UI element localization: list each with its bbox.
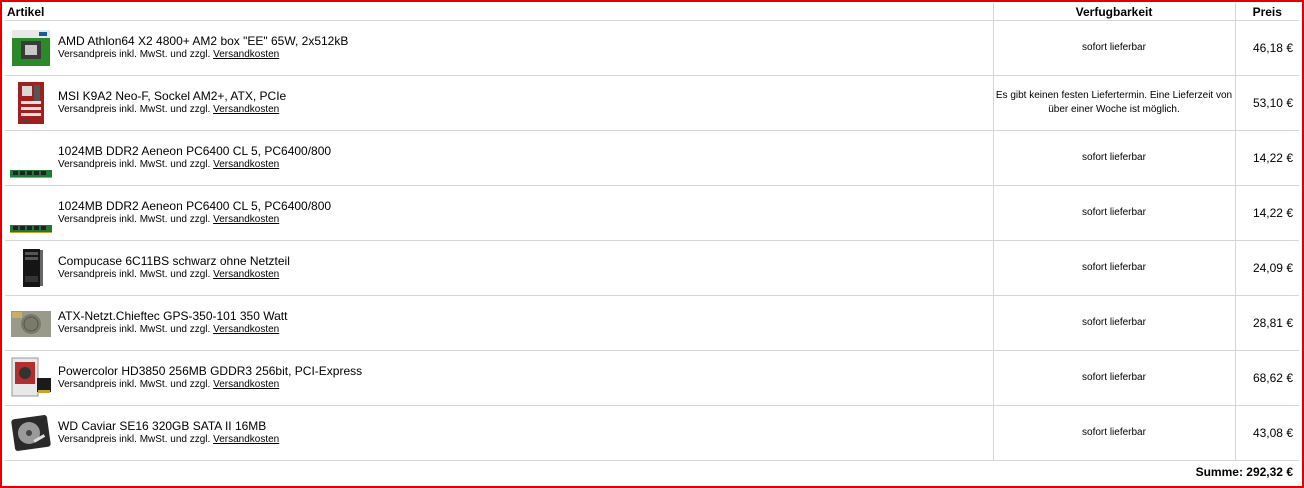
header-artikel: Artikel xyxy=(5,3,993,21)
versandkosten-link[interactable]: Versandkosten xyxy=(213,49,279,60)
item-title[interactable]: 1024MB DDR2 Aeneon PC6400 CL 5, PC6400/8… xyxy=(58,144,331,158)
item-price: 53,10 € xyxy=(1234,75,1299,131)
availability: sofort lieferbar xyxy=(992,20,1235,76)
item-title[interactable]: Compucase 6C11BS schwarz ohne Netzteil xyxy=(58,254,290,268)
item-price: 46,18 € xyxy=(1234,20,1299,76)
versandkosten-link[interactable]: Versandkosten xyxy=(213,269,279,280)
shipping-note: Versandpreis inkl. MwSt. und zzgl. Versa… xyxy=(58,48,348,62)
item-price: 43,08 € xyxy=(1234,405,1299,461)
hard-drive-icon[interactable] xyxy=(9,411,53,455)
cart-item-row: MSI K9A2 Neo-F, Sockel AM2+, ATX, PCIe Ve… xyxy=(5,75,1299,131)
availability: sofort lieferbar xyxy=(992,295,1235,351)
ram-module-icon[interactable] xyxy=(9,191,53,235)
graphics-card-icon[interactable] xyxy=(9,356,53,400)
item-title[interactable]: AMD Athlon64 X2 4800+ AM2 box "EE" 65W, … xyxy=(58,34,348,48)
shipping-note-text: Versandpreis inkl. MwSt. und zzgl. xyxy=(58,434,211,445)
item-price: 28,81 € xyxy=(1234,295,1299,351)
power-supply-icon[interactable] xyxy=(9,301,53,345)
cart-item-row: ATX-Netzt.Chieftec GPS-350-101 350 Watt V… xyxy=(5,295,1299,351)
item-title[interactable]: MSI K9A2 Neo-F, Sockel AM2+, ATX, PCIe xyxy=(58,89,286,103)
availability: sofort lieferbar xyxy=(992,405,1235,461)
cart-item-row: AMD Athlon64 X2 4800+ AM2 box "EE" 65W, … xyxy=(5,20,1299,76)
table-header-row: Artikel Verfugbarkeit Preis xyxy=(5,3,1299,21)
availability: sofort lieferbar xyxy=(992,350,1235,406)
summary-row: Summe: 292,32 € xyxy=(5,461,1299,484)
item-title[interactable]: ATX-Netzt.Chieftec GPS-350-101 350 Watt xyxy=(58,309,287,323)
item-title[interactable]: WD Caviar SE16 320GB SATA II 16MB xyxy=(58,419,279,433)
header-preis: Preis xyxy=(1234,3,1299,21)
versandkosten-link[interactable]: Versandkosten xyxy=(213,324,279,335)
ram-module-icon[interactable] xyxy=(9,136,53,180)
versandkosten-link[interactable]: Versandkosten xyxy=(213,379,279,390)
header-verfugbarkeit: Verfugbarkeit xyxy=(992,3,1235,21)
summe-value: 292,32 € xyxy=(1246,465,1293,479)
item-title[interactable]: Powercolor HD3850 256MB GDDR3 256bit, PC… xyxy=(58,364,362,378)
versandkosten-link[interactable]: Versandkosten xyxy=(213,159,279,170)
shipping-note-text: Versandpreis inkl. MwSt. und zzgl. xyxy=(58,159,211,170)
summe-label: Summe: xyxy=(1195,465,1243,479)
versandkosten-link[interactable]: Versandkosten xyxy=(213,434,279,445)
cart-item-row: 1024MB DDR2 Aeneon PC6400 CL 5, PC6400/8… xyxy=(5,130,1299,186)
cart-item-row: WD Caviar SE16 320GB SATA II 16MB Versand… xyxy=(5,405,1299,461)
item-price: 14,22 € xyxy=(1234,130,1299,186)
versandkosten-link[interactable]: Versandkosten xyxy=(213,104,279,115)
cpu-box-icon[interactable] xyxy=(9,26,53,70)
cart-item-row: Powercolor HD3850 256MB GDDR3 256bit, PC… xyxy=(5,350,1299,406)
availability: sofort lieferbar xyxy=(992,185,1235,241)
motherboard-icon[interactable] xyxy=(9,81,53,125)
item-price: 68,62 € xyxy=(1234,350,1299,406)
shipping-note: Versandpreis inkl. MwSt. und zzgl. Versa… xyxy=(58,323,287,337)
availability: sofort lieferbar xyxy=(992,130,1235,186)
shipping-note-text: Versandpreis inkl. MwSt. und zzgl. xyxy=(58,324,211,335)
shipping-note-text: Versandpreis inkl. MwSt. und zzgl. xyxy=(58,104,211,115)
cart-frame: Artikel Verfugbarkeit Preis AMD Athlon64… xyxy=(0,0,1304,488)
item-price: 24,09 € xyxy=(1234,240,1299,296)
shipping-note-text: Versandpreis inkl. MwSt. und zzgl. xyxy=(58,214,211,225)
cart-item-row: Compucase 6C11BS schwarz ohne Netzteil Ve… xyxy=(5,240,1299,296)
item-title[interactable]: 1024MB DDR2 Aeneon PC6400 CL 5, PC6400/8… xyxy=(58,199,331,213)
shipping-note: Versandpreis inkl. MwSt. und zzgl. Versa… xyxy=(58,213,331,227)
item-price: 14,22 € xyxy=(1234,185,1299,241)
shipping-note-text: Versandpreis inkl. MwSt. und zzgl. xyxy=(58,49,211,60)
availability: sofort lieferbar xyxy=(992,240,1235,296)
cart-item-row: 1024MB DDR2 Aeneon PC6400 CL 5, PC6400/8… xyxy=(5,185,1299,241)
shipping-note-text: Versandpreis inkl. MwSt. und zzgl. xyxy=(58,379,211,390)
availability: Es gibt keinen festen Liefertermin. Eine… xyxy=(992,75,1235,131)
shipping-note: Versandpreis inkl. MwSt. und zzgl. Versa… xyxy=(58,378,362,392)
shipping-note: Versandpreis inkl. MwSt. und zzgl. Versa… xyxy=(58,103,286,117)
shipping-note: Versandpreis inkl. MwSt. und zzgl. Versa… xyxy=(58,158,331,172)
shipping-note: Versandpreis inkl. MwSt. und zzgl. Versa… xyxy=(58,268,290,282)
pc-case-icon[interactable] xyxy=(9,246,53,290)
versandkosten-link[interactable]: Versandkosten xyxy=(213,214,279,225)
shipping-note: Versandpreis inkl. MwSt. und zzgl. Versa… xyxy=(58,433,279,447)
cart-table: Artikel Verfugbarkeit Preis AMD Athlon64… xyxy=(5,3,1299,483)
shipping-note-text: Versandpreis inkl. MwSt. und zzgl. xyxy=(58,269,211,280)
